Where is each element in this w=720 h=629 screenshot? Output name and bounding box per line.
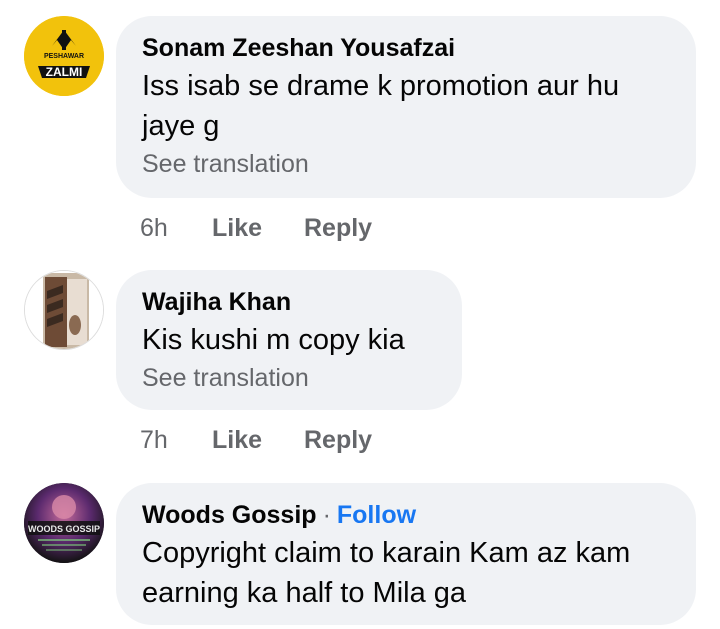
separator-dot: · [322, 501, 331, 529]
like-button[interactable]: Like [212, 214, 262, 243]
comment-author[interactable]: Sonam Zeeshan Yousafzai [142, 32, 670, 64]
reply-button[interactable]: Reply [304, 214, 372, 243]
comment-text: Iss isab se drame k promotion aur hu jay… [142, 70, 620, 142]
reply-button[interactable]: Reply [304, 426, 372, 455]
see-translation-link[interactable]: See translation [142, 360, 436, 396]
peshawar-zalmi-logo-icon: PESHAWAR ZALMI [24, 16, 104, 96]
see-translation-link[interactable]: See translation [142, 146, 670, 182]
comment-author-row: Woods Gossip · Follow [142, 499, 670, 531]
comment-time[interactable]: 7h [140, 426, 168, 455]
profile-photo-icon [25, 271, 103, 349]
follow-button[interactable]: Follow [337, 501, 416, 529]
woods-gossip-logo-icon: WOODS GOSSIP [24, 483, 104, 563]
avatar-text-main: ZALMI [46, 65, 83, 79]
comment-bubble: Woods Gossip · Follow Copyright claim to k… [116, 483, 696, 625]
avatar[interactable]: PESHAWAR ZALMI [24, 16, 104, 96]
comment-bubble: Sonam Zeeshan Yousafzai Iss isab se dram… [116, 16, 696, 198]
comment-text: Copyright claim to karain Kam az kam ear… [142, 537, 631, 609]
comment-time[interactable]: 6h [140, 214, 168, 243]
comment-author[interactable]: Woods Gossip [142, 501, 317, 529]
avatar[interactable]: WOODS GOSSIP [24, 483, 104, 563]
avatar-text-top: PESHAWAR [44, 53, 84, 60]
avatar[interactable] [24, 270, 104, 350]
comment-author[interactable]: Wajiha Khan [142, 286, 436, 318]
comment-bubble: Wajiha Khan Kis kushi m copy kia See tra… [116, 270, 462, 410]
avatar-text-main: WOODS GOSSIP [28, 524, 100, 534]
comment-text: Kis kushi m copy kia [142, 324, 405, 356]
like-button[interactable]: Like [212, 426, 262, 455]
